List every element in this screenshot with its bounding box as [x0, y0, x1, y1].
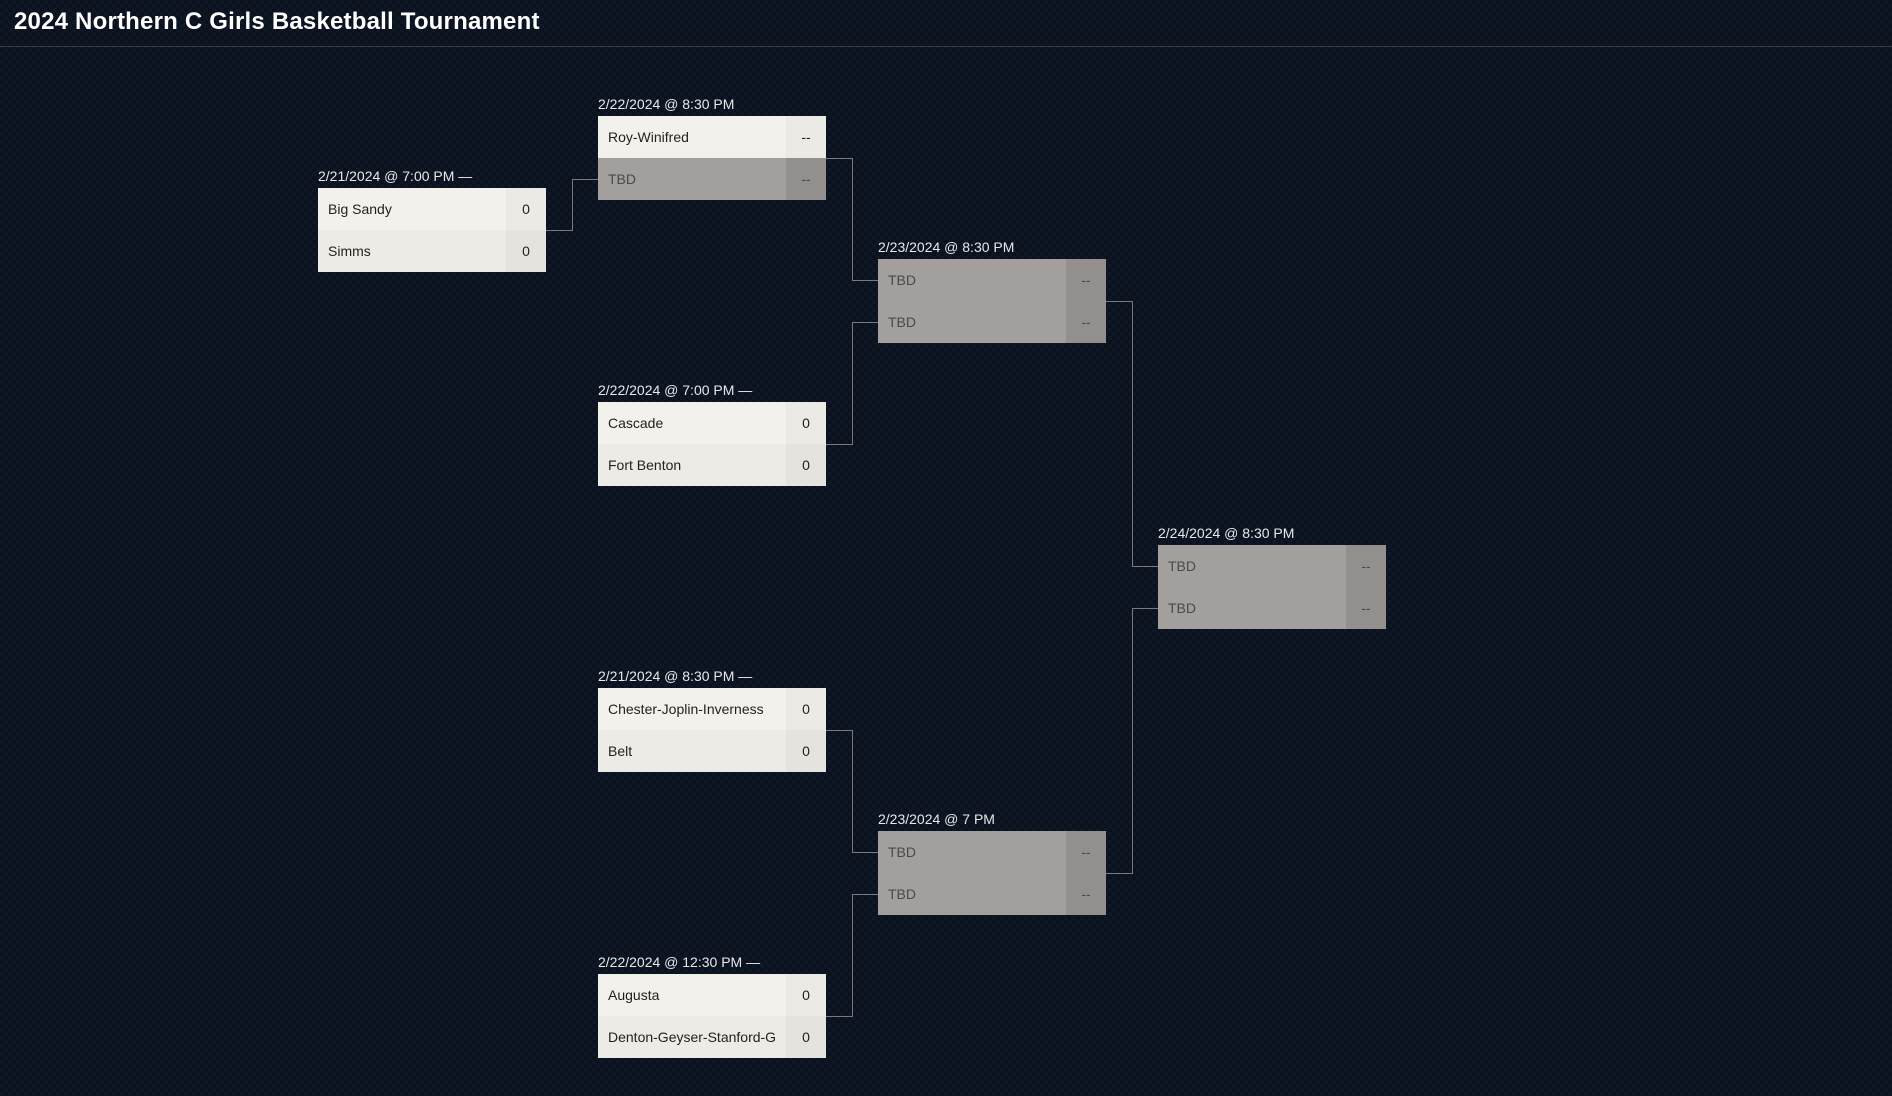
connector — [852, 158, 853, 281]
team-score: 0 — [786, 1016, 826, 1058]
connector — [852, 894, 853, 1017]
match-row: Chester-Joplin-Inverness 0 — [598, 688, 826, 730]
connector — [852, 894, 878, 895]
match-date: 2/22/2024 @ 8:30 PM — [598, 96, 826, 112]
connector — [852, 322, 878, 323]
match-box: Augusta 0 Denton-Geyser-Stanford-G 0 — [598, 974, 826, 1058]
team-name: TBD — [1158, 545, 1346, 587]
match-date: 2/21/2024 @ 7:00 PM — — [318, 168, 546, 184]
connector — [826, 730, 852, 731]
connector — [852, 322, 853, 445]
connector — [826, 158, 852, 159]
connector — [1132, 608, 1158, 609]
match-box: Big Sandy 0 Simms 0 — [318, 188, 546, 272]
team-name: Roy-Winifred — [598, 116, 786, 158]
match-m7[interactable]: 2/23/2024 @ 7 PM TBD -- TBD -- — [878, 811, 1106, 915]
connector — [852, 852, 878, 853]
match-row: TBD -- — [1158, 587, 1386, 629]
team-name: Denton-Geyser-Stanford-G — [598, 1016, 786, 1058]
match-m2[interactable]: 2/22/2024 @ 8:30 PM Roy-Winifred -- TBD … — [598, 96, 826, 200]
match-row: Cascade 0 — [598, 402, 826, 444]
team-score: 0 — [786, 974, 826, 1016]
connector — [572, 179, 598, 180]
connector — [1106, 873, 1132, 874]
match-box: Cascade 0 Fort Benton 0 — [598, 402, 826, 486]
match-m5[interactable]: 2/21/2024 @ 8:30 PM — Chester-Joplin-Inv… — [598, 668, 826, 772]
team-name: Fort Benton — [598, 444, 786, 486]
match-row: Roy-Winifred -- — [598, 116, 826, 158]
match-row: TBD -- — [878, 831, 1106, 873]
connector — [546, 230, 572, 231]
match-date: 2/22/2024 @ 12:30 PM — — [598, 954, 826, 970]
team-name: Belt — [598, 730, 786, 772]
team-name: TBD — [598, 158, 786, 200]
team-score: -- — [1066, 873, 1106, 915]
page-title: 2024 Northern C Girls Basketball Tournam… — [0, 0, 1892, 47]
team-name: TBD — [878, 873, 1066, 915]
team-name: TBD — [1158, 587, 1346, 629]
team-score: 0 — [786, 730, 826, 772]
match-row: Big Sandy 0 — [318, 188, 546, 230]
team-score: 0 — [786, 402, 826, 444]
team-score: 0 — [786, 444, 826, 486]
match-m1[interactable]: 2/21/2024 @ 7:00 PM — Big Sandy 0 Simms … — [318, 168, 546, 272]
match-row: Fort Benton 0 — [598, 444, 826, 486]
team-name: TBD — [878, 301, 1066, 343]
team-score: -- — [1066, 301, 1106, 343]
team-score: 0 — [506, 230, 546, 272]
connector — [826, 444, 852, 445]
match-box: Chester-Joplin-Inverness 0 Belt 0 — [598, 688, 826, 772]
connector — [1132, 608, 1133, 874]
match-row: Augusta 0 — [598, 974, 826, 1016]
match-row: TBD -- — [878, 873, 1106, 915]
team-score: -- — [1066, 259, 1106, 301]
match-box: TBD -- TBD -- — [878, 259, 1106, 343]
match-row: Simms 0 — [318, 230, 546, 272]
team-score: -- — [786, 116, 826, 158]
match-row: TBD -- — [1158, 545, 1386, 587]
match-date: 2/23/2024 @ 7 PM — [878, 811, 1106, 827]
match-box: Roy-Winifred -- TBD -- — [598, 116, 826, 200]
match-row: Denton-Geyser-Stanford-G 0 — [598, 1016, 826, 1058]
team-score: -- — [1346, 587, 1386, 629]
match-box: TBD -- TBD -- — [1158, 545, 1386, 629]
team-score: -- — [1066, 831, 1106, 873]
match-date: 2/21/2024 @ 8:30 PM — — [598, 668, 826, 684]
team-score: 0 — [506, 188, 546, 230]
match-m3[interactable]: 2/22/2024 @ 7:00 PM — Cascade 0 Fort Ben… — [598, 382, 826, 486]
connector — [852, 730, 853, 853]
connector — [1106, 301, 1132, 302]
match-row: TBD -- — [598, 158, 826, 200]
team-name: Chester-Joplin-Inverness — [598, 688, 786, 730]
match-date: 2/23/2024 @ 8:30 PM — [878, 239, 1106, 255]
match-row: TBD -- — [878, 301, 1106, 343]
connector — [852, 280, 878, 281]
connector — [572, 179, 573, 231]
team-name: Cascade — [598, 402, 786, 444]
team-name: TBD — [878, 259, 1066, 301]
team-name: Augusta — [598, 974, 786, 1016]
bracket-container: 2/21/2024 @ 7:00 PM — Big Sandy 0 Simms … — [0, 50, 1892, 1096]
team-name: Big Sandy — [318, 188, 506, 230]
connector — [1132, 566, 1158, 567]
team-score: -- — [786, 158, 826, 200]
connector — [1132, 301, 1133, 567]
match-date: 2/24/2024 @ 8:30 PM — [1158, 525, 1386, 541]
match-m8[interactable]: 2/24/2024 @ 8:30 PM TBD -- TBD -- — [1158, 525, 1386, 629]
match-row: Belt 0 — [598, 730, 826, 772]
team-score: 0 — [786, 688, 826, 730]
match-m6[interactable]: 2/22/2024 @ 12:30 PM — Augusta 0 Denton-… — [598, 954, 826, 1058]
team-name: TBD — [878, 831, 1066, 873]
team-score: -- — [1346, 545, 1386, 587]
match-box: TBD -- TBD -- — [878, 831, 1106, 915]
connector — [826, 1016, 852, 1017]
match-row: TBD -- — [878, 259, 1106, 301]
match-date: 2/22/2024 @ 7:00 PM — — [598, 382, 826, 398]
match-m4[interactable]: 2/23/2024 @ 8:30 PM TBD -- TBD -- — [878, 239, 1106, 343]
team-name: Simms — [318, 230, 506, 272]
